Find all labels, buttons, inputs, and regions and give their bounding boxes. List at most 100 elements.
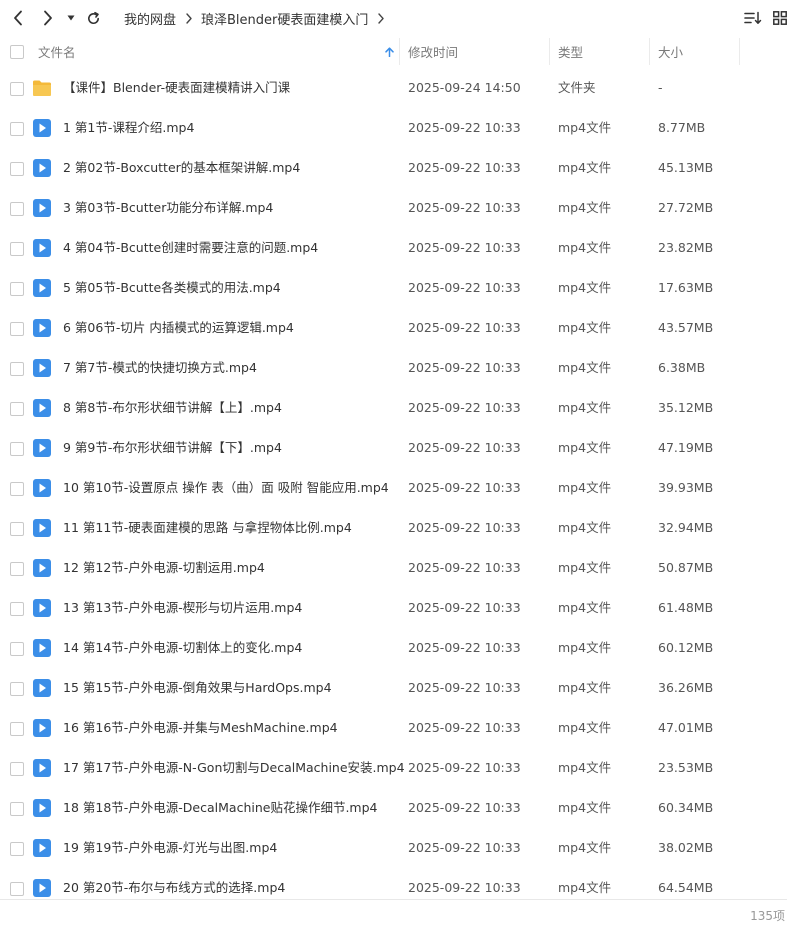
breadcrumb-separator-icon[interactable] <box>377 12 385 24</box>
file-name[interactable]: 12 第12节-户外电源-切割运用.mp4 <box>63 548 265 588</box>
file-row[interactable]: 10 第10节-设置原点 操作 表（曲）面 吸附 智能应用.mp4 2025-09… <box>0 468 787 508</box>
file-name[interactable]: 5 第05节-Bcutte各类模式的用法.mp4 <box>63 268 281 308</box>
file-row[interactable]: 16 第16节-户外电源-并集与MeshMachine.mp4 2025-09-2… <box>0 708 787 748</box>
file-name[interactable]: 10 第10节-设置原点 操作 表（曲）面 吸附 智能应用.mp4 <box>63 468 389 508</box>
row-checkbox[interactable] <box>10 522 24 536</box>
row-checkbox[interactable] <box>10 762 24 776</box>
file-modified: 2025-09-22 10:33 <box>408 200 521 215</box>
breadcrumb: 我的网盘 琅泽Blender硬表面建模入门 <box>124 0 393 36</box>
file-name[interactable]: 19 第19节-户外电源-灯光与出图.mp4 <box>63 828 277 868</box>
row-checkbox[interactable] <box>10 402 24 416</box>
column-size[interactable]: 大小 <box>658 36 738 67</box>
file-name[interactable]: 7 第7节-模式的快捷切换方式.mp4 <box>63 348 257 388</box>
sort-menu-button[interactable] <box>742 6 764 30</box>
row-checkbox[interactable] <box>10 202 24 216</box>
sort-lines-icon <box>744 11 762 24</box>
row-checkbox[interactable] <box>10 482 24 496</box>
history-dropdown-button[interactable] <box>64 6 78 30</box>
select-all-checkbox[interactable] <box>10 45 24 59</box>
row-checkbox[interactable] <box>10 642 24 656</box>
file-size: 27.72MB <box>658 200 714 215</box>
file-size: 45.13MB <box>658 160 714 175</box>
file-row[interactable]: 17 第17节-户外电源-N-Gon切割与DecalMachine安装.mp4 2… <box>0 748 787 788</box>
file-type: mp4文件 <box>558 720 612 735</box>
file-row[interactable]: 13 第13节-户外电源-楔形与切片运用.mp4 2025-09-22 10:33… <box>0 588 787 628</box>
row-checkbox[interactable] <box>10 322 24 336</box>
file-row[interactable]: 9 第9节-布尔形状细节讲解【下】.mp4 2025-09-22 10:33 mp4… <box>0 428 787 468</box>
row-checkbox[interactable] <box>10 162 24 176</box>
file-name[interactable]: 8 第8节-布尔形状细节讲解【上】.mp4 <box>63 388 282 428</box>
file-type: mp4文件 <box>558 200 612 215</box>
file-modified: 2025-09-22 10:33 <box>408 720 521 735</box>
file-row[interactable]: 12 第12节-户外电源-切割运用.mp4 2025-09-22 10:33 mp4… <box>0 548 787 588</box>
row-checkbox[interactable] <box>10 722 24 736</box>
refresh-icon <box>87 11 99 24</box>
file-row[interactable]: 8 第8节-布尔形状细节讲解【上】.mp4 2025-09-22 10:33 mp4… <box>0 388 787 428</box>
file-row[interactable]: 4 第04节-Bcutte创建时需要注意的问题.mp4 2025-09-22 10… <box>0 228 787 268</box>
file-row[interactable]: 11 第11节-硬表面建模的思路 与拿捏物体比例.mp4 2025-09-22 1… <box>0 508 787 548</box>
item-count: 135项 <box>750 909 785 923</box>
file-name[interactable]: 17 第17节-户外电源-N-Gon切割与DecalMachine安装.mp4 <box>63 748 405 788</box>
file-name[interactable]: 16 第16节-户外电源-并集与MeshMachine.mp4 <box>63 708 338 748</box>
file-row[interactable]: 14 第14节-户外电源-切割体上的变化.mp4 2025-09-22 10:33… <box>0 628 787 668</box>
row-checkbox[interactable] <box>10 682 24 696</box>
row-checkbox[interactable] <box>10 122 24 136</box>
video-file-icon <box>33 839 51 857</box>
file-row[interactable]: 2 第02节-Boxcutter的基本框架讲解.mp4 2025-09-22 10… <box>0 148 787 188</box>
column-divider[interactable] <box>649 38 650 65</box>
row-checkbox[interactable] <box>10 442 24 456</box>
file-row[interactable]: 5 第05节-Bcutte各类模式的用法.mp4 2025-09-22 10:33… <box>0 268 787 308</box>
column-divider[interactable] <box>549 38 550 65</box>
file-name[interactable]: 18 第18节-户外电源-DecalMachine贴花操作细节.mp4 <box>63 788 378 828</box>
file-name[interactable]: 9 第9节-布尔形状细节讲解【下】.mp4 <box>63 428 282 468</box>
column-modified[interactable]: 修改时间 <box>408 36 548 67</box>
file-row[interactable]: 6 第06节-切片 内插模式的运算逻辑.mp4 2025-09-22 10:33 m… <box>0 308 787 348</box>
row-checkbox[interactable] <box>10 842 24 856</box>
file-name[interactable]: 13 第13节-户外电源-楔形与切片运用.mp4 <box>63 588 302 628</box>
file-name[interactable]: 3 第03节-Bcutter功能分布详解.mp4 <box>63 188 273 228</box>
file-size: 6.38MB <box>658 360 706 375</box>
file-name[interactable]: 【课件】Blender-硬表面建模精讲入门课 <box>63 68 290 108</box>
file-row[interactable]: 7 第7节-模式的快捷切换方式.mp4 2025-09-22 10:33 mp4文件… <box>0 348 787 388</box>
file-row[interactable]: 19 第19节-户外电源-灯光与出图.mp4 2025-09-22 10:33 mp… <box>0 828 787 868</box>
file-row[interactable]: 1 第1节-课程介绍.mp4 2025-09-22 10:33 mp4文件 8.77M… <box>0 108 787 148</box>
column-divider[interactable] <box>399 38 400 65</box>
file-row[interactable]: 18 第18节-户外电源-DecalMachine贴花操作细节.mp4 2025-… <box>0 788 787 828</box>
column-name[interactable]: 文件名 <box>38 36 400 67</box>
video-file-icon <box>33 119 51 137</box>
column-type[interactable]: 类型 <box>558 36 648 67</box>
file-name[interactable]: 15 第15节-户外电源-倒角效果与HardOps.mp4 <box>63 668 332 708</box>
file-name[interactable]: 2 第02节-Boxcutter的基本框架讲解.mp4 <box>63 148 300 188</box>
sort-up-arrow-icon <box>385 47 394 57</box>
file-name[interactable]: 1 第1节-课程介绍.mp4 <box>63 108 194 148</box>
grid-view-button[interactable] <box>771 6 787 30</box>
file-name[interactable]: 14 第14节-户外电源-切割体上的变化.mp4 <box>63 628 302 668</box>
row-checkbox[interactable] <box>10 242 24 256</box>
breadcrumb-item-root[interactable]: 我的网盘 <box>124 9 176 28</box>
back-button[interactable] <box>8 6 28 30</box>
file-name[interactable]: 11 第11节-硬表面建模的思路 与拿捏物体比例.mp4 <box>63 508 352 548</box>
row-checkbox[interactable] <box>10 802 24 816</box>
file-row[interactable]: 3 第03节-Bcutter功能分布详解.mp4 2025-09-22 10:33… <box>0 188 787 228</box>
file-row[interactable]: 【课件】Blender-硬表面建模精讲入门课 2025-09-24 14:50 文件… <box>0 68 787 108</box>
row-checkbox[interactable] <box>10 82 24 96</box>
status-bar: 135项 <box>0 899 787 935</box>
forward-button[interactable] <box>38 6 58 30</box>
row-checkbox[interactable] <box>10 882 24 896</box>
file-modified: 2025-09-22 10:33 <box>408 520 521 535</box>
breadcrumb-item-current[interactable]: 琅泽Blender硬表面建模入门 <box>201 9 368 28</box>
refresh-button[interactable] <box>82 6 104 30</box>
file-name[interactable]: 4 第04节-Bcutte创建时需要注意的问题.mp4 <box>63 228 318 268</box>
row-checkbox[interactable] <box>10 282 24 296</box>
row-checkbox[interactable] <box>10 562 24 576</box>
file-modified: 2025-09-22 10:33 <box>408 440 521 455</box>
file-type: mp4文件 <box>558 800 612 815</box>
video-file-icon <box>33 559 51 577</box>
row-checkbox[interactable] <box>10 362 24 376</box>
file-modified: 2025-09-22 10:33 <box>408 120 521 135</box>
file-row[interactable]: 15 第15节-户外电源-倒角效果与HardOps.mp4 2025-09-22 … <box>0 668 787 708</box>
grid-view-icon <box>773 11 787 25</box>
file-name[interactable]: 6 第06节-切片 内插模式的运算逻辑.mp4 <box>63 308 294 348</box>
row-checkbox[interactable] <box>10 602 24 616</box>
column-divider[interactable] <box>739 38 740 65</box>
